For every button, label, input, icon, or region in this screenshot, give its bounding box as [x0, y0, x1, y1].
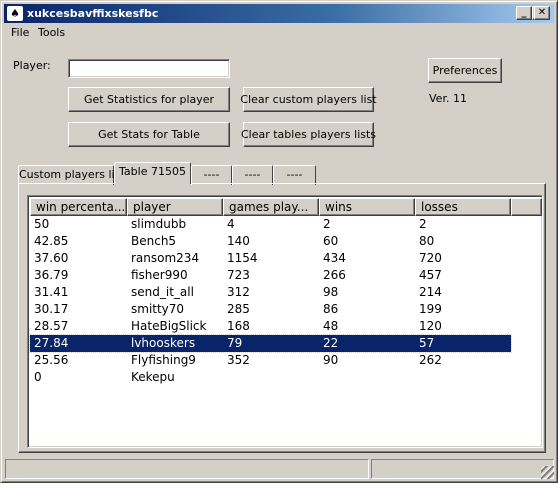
cell-games-played: 4 [227, 217, 235, 231]
cell-win-percentage: 0 [34, 370, 42, 384]
cell-wins: 266 [323, 268, 346, 282]
cell-player: smitty70 [131, 302, 185, 316]
cell-wins: 90 [323, 353, 339, 367]
column-losses[interactable]: losses [415, 198, 511, 216]
column-wins[interactable]: wins [319, 198, 415, 216]
cell-wins: 60 [323, 234, 339, 248]
cell-player: Flyfishing9 [131, 353, 196, 367]
tab-custom-players[interactable]: Custom players list [18, 165, 125, 185]
cell-wins: 434 [323, 251, 346, 265]
cell-wins: 48 [323, 319, 339, 333]
minimize-button[interactable]: _ [516, 6, 532, 20]
app-logo-icon: ♠ [7, 6, 23, 21]
cell-losses: 120 [419, 319, 442, 333]
column-filler [511, 198, 542, 216]
cell-losses: 80 [419, 234, 435, 248]
cell-player: fisher990 [131, 268, 188, 282]
cell-wins [319, 369, 415, 386]
tab-empty-3[interactable]: ---- [273, 165, 316, 185]
cell-player: lvhooskers [131, 336, 196, 350]
table-row[interactable]: 36.79 fisher990 723 266 457 [30, 267, 511, 284]
cell-player: Bench5 [131, 234, 177, 248]
column-games-played[interactable]: games play... [223, 198, 319, 216]
table-row[interactable]: 30.17 smitty70 285 86 199 [30, 301, 511, 318]
status-pane-main [5, 459, 369, 479]
cell-player: send_it_all [131, 285, 194, 299]
title-bar[interactable]: ♠ xukcesbavffixskesfbc _ □ [4, 4, 554, 23]
menu-file[interactable]: File [11, 26, 29, 40]
menu-bar: File Tools [4, 24, 554, 42]
cell-games-played: 79 [227, 336, 243, 350]
close-button[interactable]: ✕ [534, 6, 550, 20]
cell-wins: 2 [323, 217, 331, 231]
cell-games-played: 312 [227, 285, 250, 299]
cell-wins: 86 [323, 302, 339, 316]
window-title: xukcesbavffixskesfbc [27, 7, 159, 20]
cell-losses: 720 [419, 251, 442, 265]
players-listview[interactable]: win percenta... player games play... win… [27, 195, 543, 448]
status-bar [5, 459, 555, 480]
cell-games-played: 352 [227, 353, 250, 367]
cell-win-percentage: 28.57 [34, 319, 69, 333]
get-stats-table-button[interactable]: Get Stats for Table [68, 122, 230, 147]
column-win-percentage[interactable]: win percenta... [30, 198, 127, 216]
table-row[interactable]: 27.84 lvhooskers 79 22 57 [29, 334, 512, 353]
table-row[interactable]: 0 Kekepu [30, 369, 511, 386]
table-row[interactable]: 28.57 HateBigSlick 168 48 120 [30, 318, 511, 335]
preferences-button[interactable]: Preferences [428, 58, 502, 83]
cell-losses: 262 [419, 353, 442, 367]
cell-games-played [223, 369, 319, 386]
cell-win-percentage: 30.17 [34, 302, 69, 316]
cell-losses: 2 [419, 217, 427, 231]
menu-tools[interactable]: Tools [38, 26, 65, 40]
table-row[interactable]: 31.41 send_it_all 312 98 214 [30, 284, 511, 301]
cell-losses: 57 [419, 336, 435, 350]
tab-empty-2[interactable]: ---- [232, 165, 273, 185]
cell-player: slimdubb [131, 217, 187, 231]
cell-losses: 457 [419, 268, 442, 282]
cell-games-played: 140 [227, 234, 250, 248]
cell-win-percentage: 25.56 [34, 353, 69, 367]
cell-losses: 214 [419, 285, 442, 299]
cell-win-percentage: 37.60 [34, 251, 69, 265]
cell-games-played: 1154 [227, 251, 258, 265]
cell-win-percentage: 36.79 [34, 268, 69, 282]
cell-player: Kekepu [131, 370, 175, 384]
clear-custom-players-button[interactable]: Clear custom players list [240, 87, 377, 112]
cell-losses: 199 [419, 302, 442, 316]
cell-games-played: 285 [227, 302, 250, 316]
table-row[interactable]: 37.60 ransom234 1154 434 720 [30, 250, 511, 267]
cell-wins: 22 [323, 336, 339, 350]
cell-games-played: 723 [227, 268, 250, 282]
player-input[interactable] [68, 59, 230, 78]
table-row[interactable]: 42.85 Bench5 140 60 80 [30, 233, 511, 250]
version-label: Ver. 11 [429, 92, 467, 105]
tab-table[interactable]: Table 71505 [114, 162, 191, 184]
tab-empty-1[interactable]: ---- [191, 165, 232, 185]
listview-header: win percenta... player games play... win… [30, 198, 542, 216]
cell-win-percentage: 50 [34, 217, 50, 231]
cell-games-played: 168 [227, 319, 250, 333]
table-row[interactable]: 25.56 Flyfishing9 352 90 262 [30, 352, 511, 369]
column-player[interactable]: player [127, 198, 223, 216]
cell-win-percentage: 42.85 [34, 234, 69, 248]
resize-grip[interactable] [541, 466, 554, 479]
cell-player: ransom234 [131, 251, 200, 265]
cell-wins: 98 [323, 285, 339, 299]
clear-tables-players-button[interactable]: Clear tables players lists [241, 122, 376, 147]
status-pane-secondary [371, 459, 554, 479]
cell-win-percentage: 31.41 [34, 285, 69, 299]
main-window: ♠ xukcesbavffixskesfbc _ □ ✕ File Tools … [0, 0, 558, 483]
get-stats-player-button[interactable]: Get Statistics for player [68, 87, 230, 112]
table-row[interactable]: 50 slimdubb 4 2 2 [30, 216, 511, 233]
cell-player: HateBigSlick [131, 319, 207, 333]
cell-win-percentage: 27.84 [34, 336, 69, 350]
player-label: Player: [13, 59, 51, 72]
cell-losses [415, 369, 511, 386]
